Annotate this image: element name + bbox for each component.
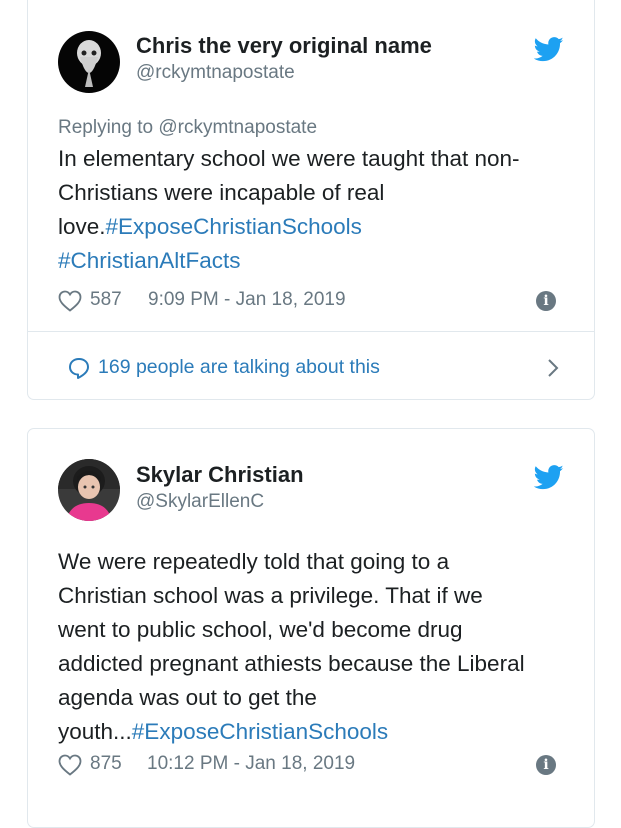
author-name[interactable]: Skylar Christian [136,462,304,488]
replying-to[interactable]: Replying to @rckymtnapostate [58,117,317,139]
author-handle[interactable]: @rckymtnapostate [136,62,295,84]
heart-icon[interactable] [58,290,82,312]
hashtag-link[interactable]: #ChristianAltFacts [58,248,241,273]
heart-icon[interactable] [58,754,82,776]
twitter-bird-icon[interactable] [534,37,564,62]
tweet-text-segment: agenda was out to get the [58,685,317,710]
tweet-meta: 587 9:09 PM - Jan 18, 2019 i [58,288,564,314]
tweet-text-line: youth...#ExposeChristianSchools [58,715,578,749]
tweet-text-segment: Christians were incapable of real [58,180,385,205]
tweet-text-line: went to public school, we'd become drug [58,613,578,647]
tweet-text-segment: youth... [58,719,132,744]
tweet-text-line: Christians were incapable of real [58,176,578,210]
info-icon[interactable]: i [536,755,556,775]
tweet-text-segment: Christian school was a privilege. That i… [58,583,483,608]
talking-about-label[interactable]: 169 people are talking about this [98,356,380,379]
tweet-meta: 875 10:12 PM - Jan 18, 2019 i [58,752,564,778]
timestamp[interactable]: 10:12 PM - Jan 18, 2019 [147,753,355,775]
tweet-text-line: #ChristianAltFacts [58,244,578,278]
tweet-text-line: Christian school was a privilege. That i… [58,579,578,613]
timestamp[interactable]: 9:09 PM - Jan 18, 2019 [148,289,346,311]
info-icon[interactable]: i [536,291,556,311]
like-count[interactable]: 875 [90,753,122,775]
tweet-text: In elementary school we were taught that… [58,142,578,278]
tweet-text: We were repeatedly told that going to a C… [58,545,578,749]
chevron-right-icon[interactable] [546,358,560,378]
tweet-text-segment: love. [58,214,106,239]
tweet-text-segment: We were repeatedly told that going to a [58,549,450,574]
tweet-text-line: agenda was out to get the [58,681,578,715]
hashtag-link[interactable]: #ExposeChristianSchools [132,719,388,744]
tweet-text-segment: addicted pregnant athiests because the L… [58,651,525,676]
avatar[interactable] [58,31,120,93]
tweet-text-line: We were repeatedly told that going to a [58,545,578,579]
hashtag-link[interactable]: #ExposeChristianSchools [106,214,362,239]
twitter-bird-icon[interactable] [534,465,564,490]
author-name[interactable]: Chris the very original name [136,33,432,59]
tweet-text-segment: In elementary school we were taught that… [58,146,520,171]
tweet-card[interactable]: Skylar Christian @SkylarEllenC We were r… [27,428,595,828]
tweet-card[interactable]: Chris the very original name @rckymtnapo… [27,0,595,400]
author-handle[interactable]: @SkylarEllenC [136,491,264,513]
tweet-text-line: In elementary school we were taught that… [58,142,578,176]
tweet-text-line: love.#ExposeChristianSchools [58,210,578,244]
like-count[interactable]: 587 [90,289,122,311]
tweet-text-line: addicted pregnant athiests because the L… [58,647,578,681]
speech-bubble-icon [69,358,89,379]
avatar[interactable] [58,459,120,521]
talking-about-link[interactable]: 169 people are talking about this [68,353,564,383]
tweet-text-segment: went to public school, we'd become drug [58,617,463,642]
divider [28,331,594,332]
